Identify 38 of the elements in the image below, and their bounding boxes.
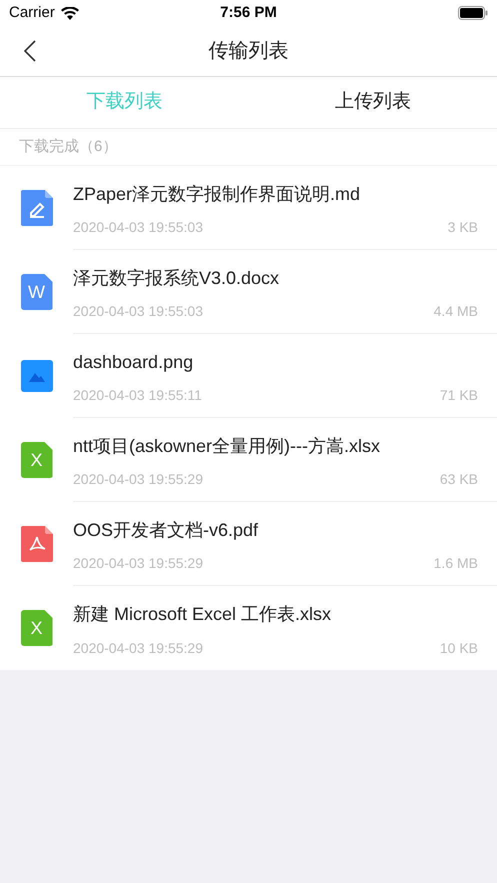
file-name: OOS开发者文档-v6.pdf — [73, 519, 260, 542]
tab[interactable]: 上传列表 — [334, 88, 411, 117]
file-size: 71 KB — [440, 386, 478, 405]
file-row[interactable]: dashboard.png 2020-04-03 19:55:11 71 KB — [0, 334, 497, 418]
spreadsheet-icon: X — [20, 610, 52, 646]
file-row[interactable]: X ntt项目(askowner全量用例)---方嵩.xlsx 2020-04-03 19:55:29 63 KB — [0, 418, 497, 502]
back-chevron-icon — [24, 40, 36, 62]
file-date: 2020-04-03 19:55:29 — [73, 554, 203, 573]
file-name: 泽元数字报系统V3.0.docx — [73, 267, 280, 290]
file-size: 3 KB — [448, 218, 478, 237]
file-name: ntt项目(askowner全量用例)---方嵩.xlsx — [73, 435, 382, 458]
file-date: 2020-04-03 19:55:03 — [73, 218, 203, 237]
file-name: dashboard.png — [73, 351, 194, 374]
section-header: 下载完成（6） — [19, 136, 118, 157]
image-file-icon — [20, 360, 52, 392]
file-name: ZPaper泽元数字报制作界面说明.md — [73, 183, 362, 206]
battery-icon — [458, 6, 488, 20]
file-name: 新建 Microsoft Excel 工作表.xlsx — [73, 603, 332, 626]
file-date: 2020-04-03 19:55:29 — [73, 639, 203, 658]
file-date: 2020-04-03 19:55:29 — [73, 470, 203, 489]
pdf-document-icon — [20, 526, 52, 562]
clock-time: 7:56 PM — [220, 2, 277, 23]
file-size: 10 KB — [440, 639, 478, 658]
nav-title: 传输列表 — [208, 39, 288, 64]
word-document-icon: W — [20, 274, 52, 310]
wifi-icon — [60, 6, 79, 20]
file-date: 2020-04-03 19:55:03 — [73, 302, 203, 321]
file-row[interactable]: X 新建 Microsoft Excel 工作表.xlsx 2020-04-03 19:55:29 10 KB — [0, 586, 497, 670]
file-size: 1.6 MB — [434, 554, 478, 573]
file-date: 2020-04-03 19:55:11 — [73, 386, 202, 405]
file-row[interactable]: ZPaper泽元数字报制作界面说明.md 2020-04-03 19:55:03 3 KB — [0, 166, 497, 250]
carrier-label: Carrier — [9, 2, 55, 23]
pencil-document-icon — [20, 190, 52, 226]
file-row[interactable]: W 泽元数字报系统V3.0.docx 2020-04-03 19:55:03 4.4 MB — [0, 250, 497, 334]
file-row[interactable]: OOS开发者文档-v6.pdf 2020-04-03 19:55:29 1.6 MB — [0, 502, 497, 586]
file-size: 63 KB — [440, 470, 478, 489]
spreadsheet-icon: X — [20, 442, 52, 478]
file-size: 4.4 MB — [434, 302, 478, 321]
